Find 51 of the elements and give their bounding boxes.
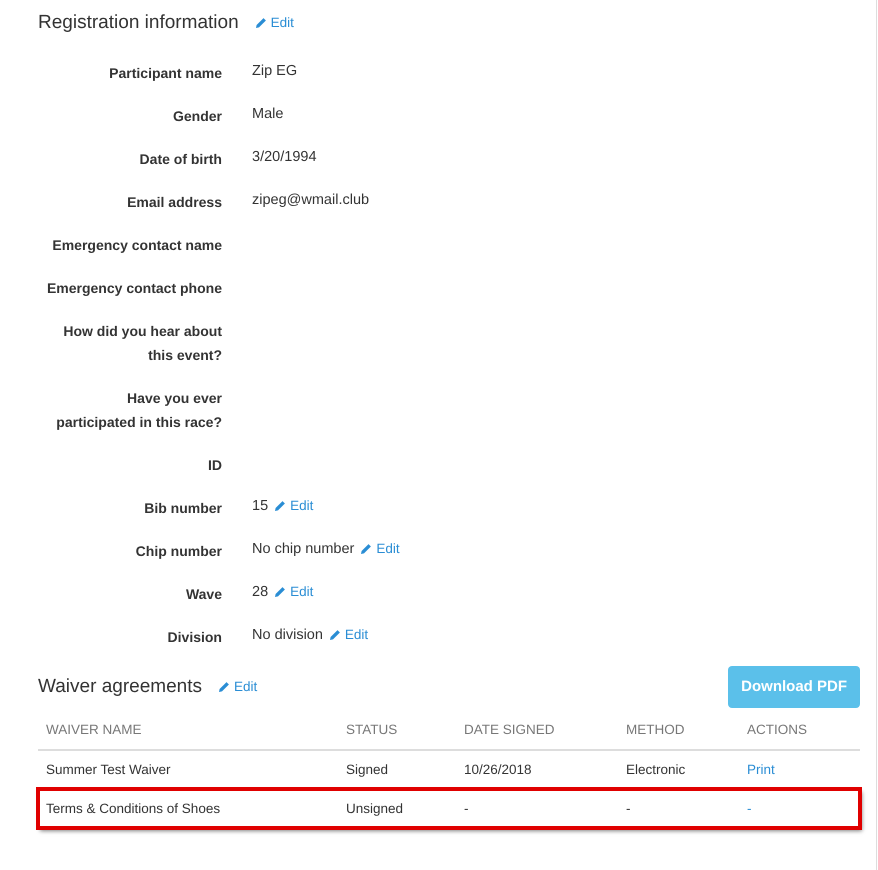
- table-cell: Signed: [338, 750, 456, 790]
- field-label: Wave: [184, 584, 222, 604]
- field-value: 15: [252, 496, 268, 516]
- field-label: Emergency contact name: [51, 236, 222, 255]
- column-header: WAIVER NAME: [38, 712, 338, 750]
- section-title: Registration information: [38, 12, 239, 35]
- column-header: DATE SIGNED: [456, 712, 618, 750]
- column-header: STATUS: [338, 712, 456, 750]
- field-value: 3/20/1994: [252, 148, 317, 167]
- field-value: Zip EG: [252, 62, 298, 81]
- field-label: Division: [166, 628, 222, 647]
- table-cell: 10/26/2018: [456, 750, 618, 790]
- field-label: Gender: [172, 106, 222, 126]
- field-label: Bib number: [143, 498, 222, 518]
- edit-link[interactable]: Edit: [218, 676, 258, 698]
- print-link[interactable]: -: [747, 800, 752, 816]
- field-value: zipeg@wmail.club: [252, 190, 370, 210]
- print-link[interactable]: Print: [747, 762, 775, 777]
- pencil-icon: [360, 542, 372, 555]
- download-pdf-button[interactable]: Download PDF: [728, 666, 860, 708]
- table-cell: -: [456, 789, 618, 828]
- pencil-icon: [274, 586, 286, 598]
- pencil-icon: [218, 681, 230, 694]
- field-label: ID: [207, 456, 222, 475]
- field-label: How did you hear about this event?: [62, 322, 222, 365]
- field-value: Male: [252, 104, 284, 124]
- field-label: Emergency contact phone: [46, 278, 222, 298]
- column-header: ACTIONS: [739, 712, 860, 750]
- edit-link[interactable]: Edit: [254, 13, 294, 34]
- table-cell: Terms & Conditions of Shoes: [38, 789, 338, 828]
- edit-link[interactable]: Edit: [360, 536, 400, 561]
- pencil-icon: [328, 628, 341, 641]
- field-label: Participant name: [108, 64, 222, 83]
- field-label: Chip number: [134, 542, 222, 561]
- field-label: Have you ever participated in this race?: [55, 388, 222, 432]
- edit-link[interactable]: Edit: [274, 494, 314, 518]
- table-cell: -: [618, 789, 739, 828]
- field-label: Date of birth: [138, 150, 222, 169]
- edit-link[interactable]: Edit: [274, 580, 314, 604]
- pencil-icon: [254, 17, 267, 30]
- section-title: Waiver agreements: [38, 676, 202, 698]
- field-label: Email address: [126, 192, 222, 212]
- table-cell: Summer Test Waiver: [38, 750, 338, 790]
- field-value: 28: [252, 582, 268, 602]
- field-value: No chip number: [252, 540, 354, 559]
- column-header: METHOD: [618, 712, 739, 750]
- edit-link[interactable]: Edit: [328, 622, 368, 647]
- table-cell: Unsigned: [338, 789, 456, 828]
- table-cell: Electronic: [618, 750, 739, 790]
- field-value: No division: [252, 626, 323, 645]
- pencil-icon: [274, 500, 286, 512]
